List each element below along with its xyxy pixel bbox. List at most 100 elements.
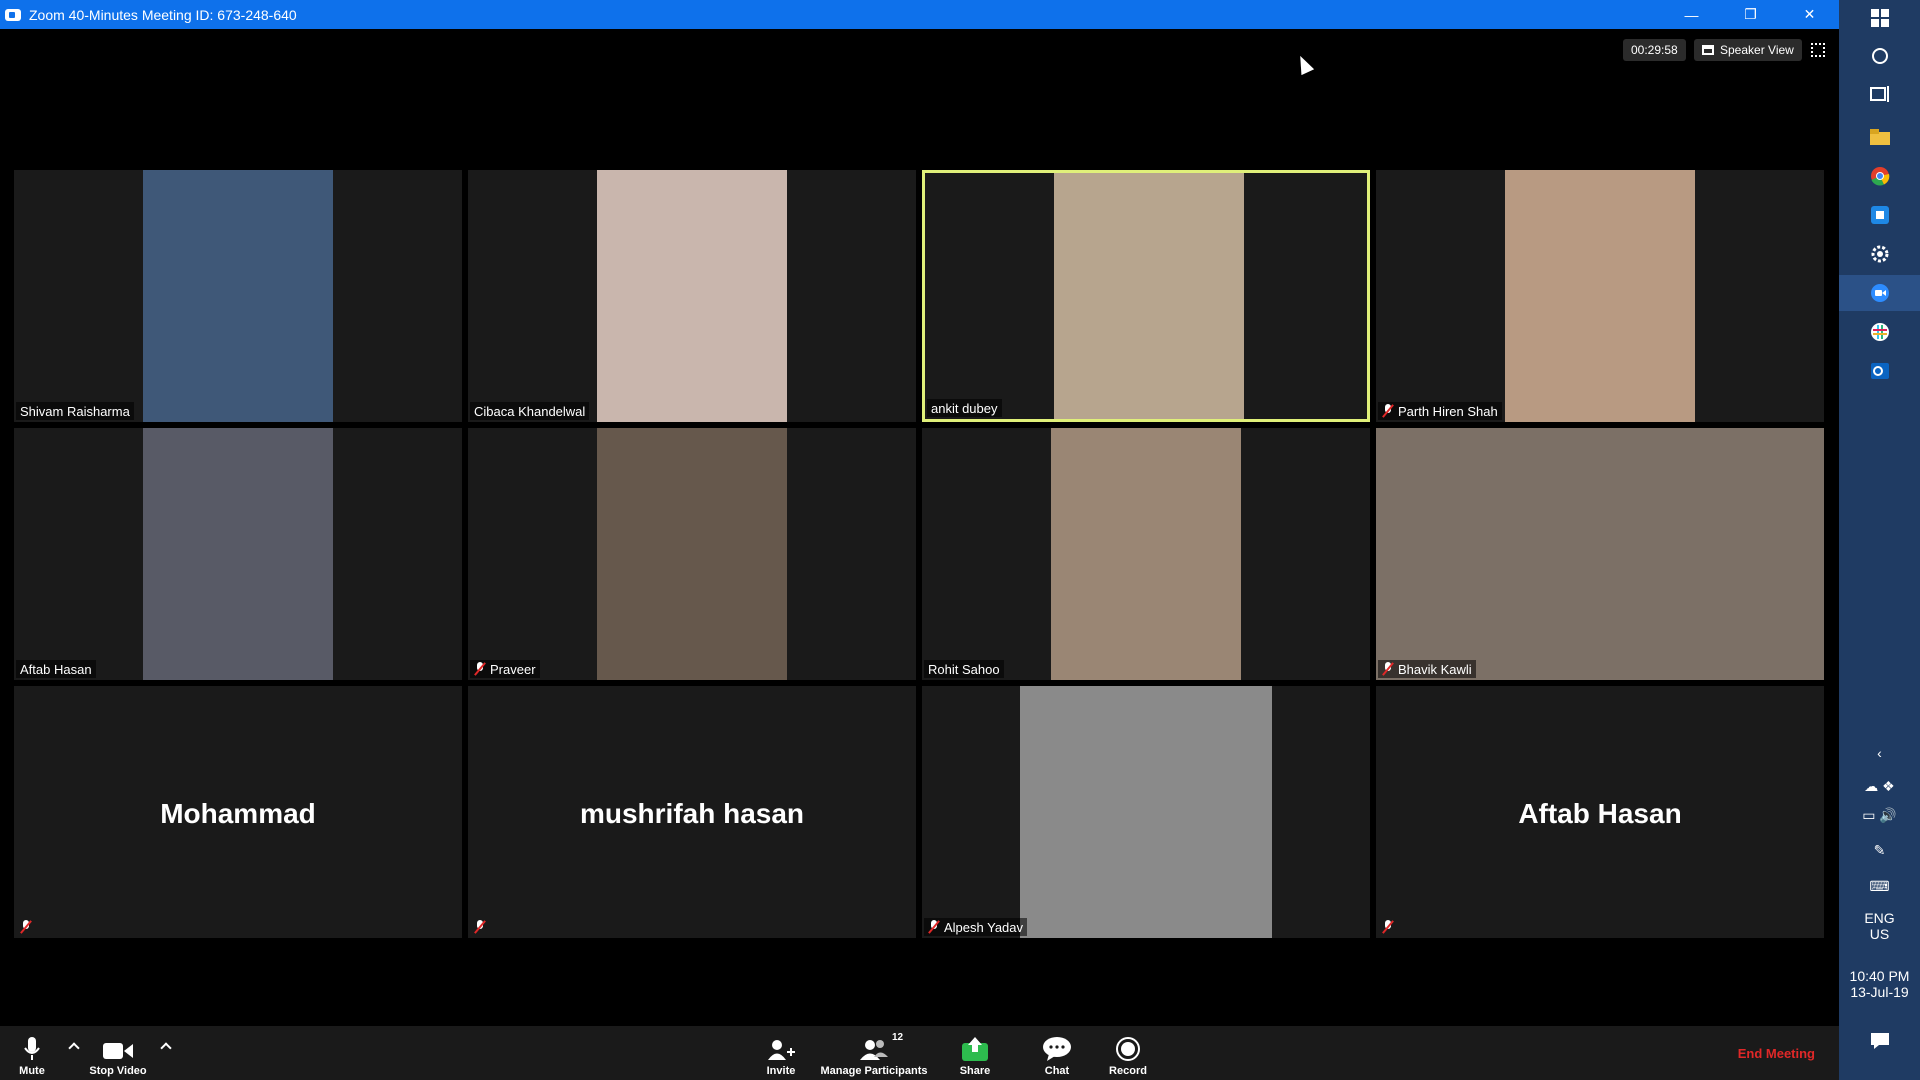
participant-tile[interactable]: Cibaca Khandelwal <box>468 170 916 422</box>
chat-bubble-icon <box>1043 1037 1071 1061</box>
participant-name-label: Parth Hiren Shah <box>1378 402 1502 420</box>
language-region: US <box>1869 926 1890 942</box>
participant-display-name: Mohammad <box>160 798 316 829</box>
participant-video <box>1376 428 1824 680</box>
mic-muted-icon <box>474 662 486 676</box>
mouse-cursor-icon <box>1293 52 1315 76</box>
participant-name: Parth Hiren Shah <box>1398 403 1498 419</box>
title-bar: Zoom 40-Minutes Meeting ID: 673-248-640 … <box>0 0 1839 29</box>
clock[interactable]: 10:40 PM 13-Jul-19 <box>1839 968 1920 1000</box>
zoom-logo-icon <box>5 8 21 21</box>
participant-tile[interactable]: ankit dubey <box>922 170 1370 422</box>
mic-muted-icon <box>474 920 486 934</box>
participant-video <box>1505 170 1695 422</box>
record-button[interactable]: Record <box>1108 1026 1148 1080</box>
audio-options-caret-icon[interactable] <box>68 1042 80 1054</box>
participant-name-label: Shivam Raisharma <box>16 402 134 420</box>
video-camera-icon <box>103 1043 133 1059</box>
speaker-view-icon <box>1702 45 1714 55</box>
close-icon[interactable]: ✕ <box>1780 0 1839 29</box>
video-options-caret-icon[interactable] <box>160 1042 172 1054</box>
chrome-icon[interactable] <box>1839 158 1920 194</box>
record-icon <box>1116 1037 1140 1061</box>
participant-tile[interactable]: Praveer <box>468 428 916 680</box>
participant-tile[interactable]: mushrifah hasan <box>468 686 916 938</box>
invite-button[interactable]: Invite <box>760 1026 802 1080</box>
clock-time: 10:40 PM <box>1849 968 1910 984</box>
speaker-view-label: Speaker View <box>1720 43 1794 57</box>
participant-tile[interactable]: Shivam Raisharma <box>14 170 462 422</box>
participant-video <box>1054 173 1244 419</box>
slack-icon[interactable] <box>1839 314 1920 350</box>
participant-video <box>143 428 333 680</box>
app-icon[interactable] <box>1839 197 1920 233</box>
participant-name: Cibaca Khandelwal <box>474 403 586 419</box>
participant-display-name: mushrifah hasan <box>579 798 805 829</box>
participant-tile[interactable]: Bhavik Kawli <box>1376 428 1824 680</box>
mute-label: Mute <box>19 1065 45 1077</box>
participant-video <box>1051 428 1241 680</box>
participant-video <box>143 170 333 422</box>
mic-muted-icon <box>928 920 940 934</box>
mic-muted-icon <box>1382 404 1394 418</box>
keyboard-icon[interactable]: ⌨ <box>1839 878 1920 895</box>
fullscreen-icon[interactable] <box>1811 43 1825 57</box>
participant-name: Rohit Sahoo <box>928 661 1000 677</box>
language-indicator[interactable]: ENG US <box>1839 910 1920 942</box>
participant-video <box>597 170 787 422</box>
tray-cloud-row: ☁ ❖ <box>1839 778 1920 795</box>
file-explorer-icon[interactable] <box>1839 119 1920 155</box>
participant-name: ankit dubey <box>931 400 998 416</box>
pen-icon[interactable]: ✎ <box>1839 842 1920 859</box>
battery-icon[interactable]: ▭ <box>1862 807 1875 823</box>
meeting-timer: 00:29:58 <box>1623 39 1686 61</box>
end-meeting-button[interactable]: End Meeting <box>1738 1046 1815 1061</box>
onedrive-icon[interactable]: ☁ <box>1864 778 1878 794</box>
mic-muted-icon <box>20 920 32 934</box>
manage-participants-button[interactable]: Manage Participants 12 <box>820 1026 928 1080</box>
windows-taskbar: ‹ ☁ ❖ ▭ 🔊 ✎ ⌨ ENG US 10:40 PM 13-Jul-19 <box>1839 0 1920 1080</box>
chat-button[interactable]: Chat <box>1042 1026 1072 1080</box>
stop-video-label: Stop Video <box>89 1065 147 1077</box>
participant-tile[interactable]: Aftab Hasan <box>1376 686 1824 938</box>
participant-name: Alpesh Yadav <box>944 919 1024 935</box>
invite-label: Invite <box>766 1065 796 1077</box>
volume-icon[interactable]: 🔊 <box>1879 807 1896 823</box>
windows-icon[interactable] <box>1839 0 1920 36</box>
dropbox-icon[interactable]: ❖ <box>1882 778 1895 794</box>
share-button[interactable]: Share <box>955 1026 995 1080</box>
participant-name: Praveer <box>490 661 536 677</box>
chat-label: Chat <box>1044 1065 1070 1077</box>
participant-video <box>1020 686 1272 938</box>
minimize-icon[interactable]: — <box>1662 0 1721 29</box>
participant-name: Aftab Hasan <box>20 661 92 677</box>
participant-name-label: Praveer <box>470 660 540 678</box>
participant-name-label: Aftab Hasan <box>16 660 96 678</box>
participant-name-label: Bhavik Kawli <box>1378 660 1476 678</box>
mic-muted-icon <box>1382 662 1394 676</box>
participant-name-label <box>1378 918 1398 936</box>
participants-icon <box>860 1040 888 1060</box>
restore-icon[interactable]: ❐ <box>1721 0 1780 29</box>
participant-name-label: Rohit Sahoo <box>924 660 1004 678</box>
outlook-icon[interactable] <box>1839 353 1920 389</box>
stop-video-button[interactable]: Stop Video <box>88 1026 148 1080</box>
cortana-icon[interactable] <box>1839 38 1920 74</box>
mute-button[interactable]: Mute <box>14 1026 50 1080</box>
participant-tile[interactable]: Aftab Hasan <box>14 428 462 680</box>
speaker-view-button[interactable]: Speaker View <box>1694 39 1802 61</box>
action-center-icon[interactable] <box>1839 1033 1920 1052</box>
zoom-app: Zoom 40-Minutes Meeting ID: 673-248-640 … <box>0 0 1920 1080</box>
participant-name: Bhavik Kawli <box>1398 661 1472 677</box>
settings-icon[interactable] <box>1839 236 1920 272</box>
share-label: Share <box>959 1065 991 1077</box>
participant-tile[interactable]: Alpesh Yadav <box>922 686 1370 938</box>
participant-tile[interactable]: Mohammad <box>14 686 462 938</box>
participant-name-label: Cibaca Khandelwal <box>470 402 590 420</box>
task-view-icon[interactable] <box>1839 76 1920 112</box>
zoom-icon[interactable] <box>1839 275 1920 311</box>
participant-tile[interactable]: Parth Hiren Shah <box>1376 170 1824 422</box>
chevron-left-icon[interactable]: ‹ <box>1839 745 1920 761</box>
participant-tile[interactable]: Rohit Sahoo <box>922 428 1370 680</box>
meeting-area: 00:29:58 Speaker View Shivam Raisharma Ci… <box>0 29 1839 1026</box>
